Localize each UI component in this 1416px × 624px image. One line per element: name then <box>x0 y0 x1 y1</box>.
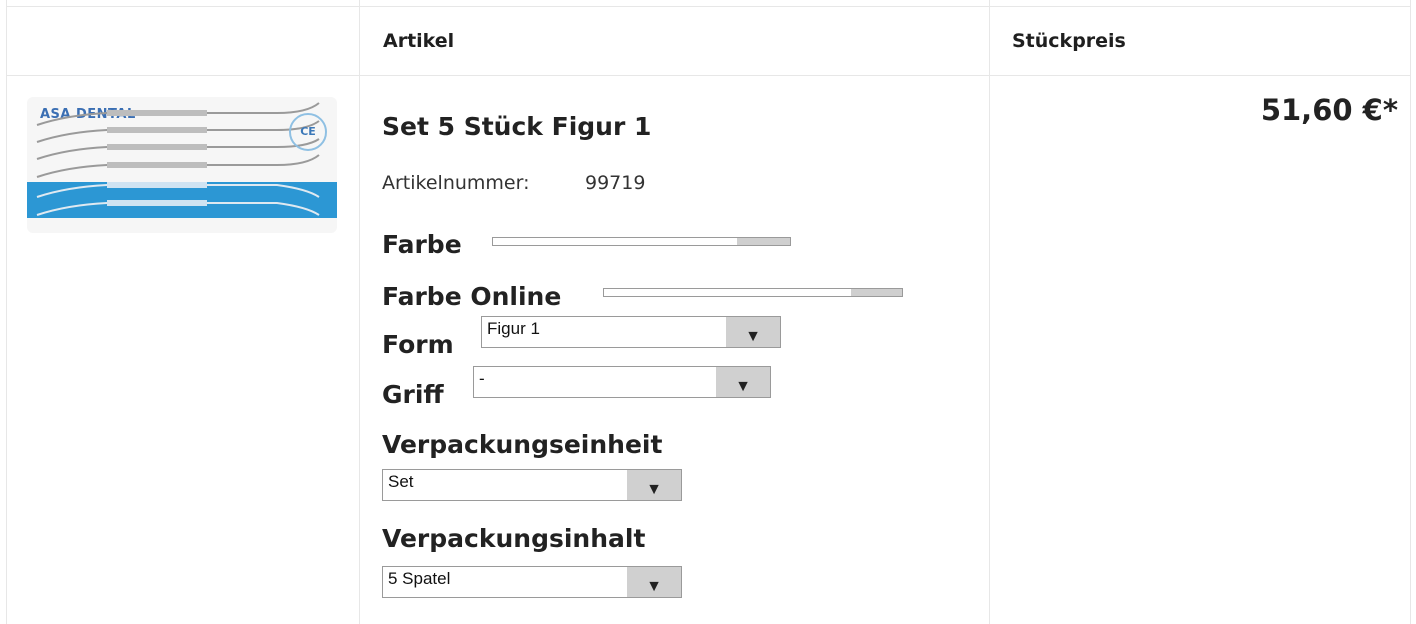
verpackungsinhalt-select-value: 5 Spatel <box>388 569 451 588</box>
column-divider <box>989 0 990 624</box>
article-number: 99719 <box>585 172 646 194</box>
table-border-top <box>6 6 1411 7</box>
ce-mark-icon: CE <box>289 113 327 151</box>
triangle-down-icon[interactable]: ▼ <box>627 470 681 500</box>
triangle-down-icon[interactable]: ▼ <box>726 317 780 347</box>
product-title[interactable]: Set 5 Stück Figur 1 <box>382 112 651 141</box>
triangle-down-icon[interactable]: ▼ <box>627 567 681 597</box>
griff-select[interactable]: - ▼ <box>473 366 771 398</box>
option-label-verpackungsinhalt: Verpackungsinhalt <box>382 524 646 553</box>
article-number-label: Artikelnummer: <box>382 172 530 194</box>
verpackungsinhalt-select[interactable]: 5 Spatel ▼ <box>382 566 682 598</box>
form-select[interactable]: Figur 1 ▼ <box>481 316 781 348</box>
farbe-swatch-bar[interactable] <box>492 237 791 246</box>
column-divider <box>359 0 360 624</box>
farbe-online-swatch-remaining <box>851 289 902 296</box>
verpackungseinheit-select[interactable]: Set ▼ <box>382 469 682 501</box>
instruments-illustration <box>36 102 320 216</box>
unit-price: 51,60 €* <box>1260 93 1398 127</box>
table-border-left <box>6 0 7 624</box>
griff-select-value: - <box>479 369 485 388</box>
header-article: Artikel <box>383 30 455 52</box>
farbe-swatch-remaining <box>736 238 790 245</box>
header-unit-price: Stückpreis <box>1012 30 1126 52</box>
table-border-right <box>1410 0 1411 624</box>
product-image[interactable]: ASA DENTAL CE <box>27 97 337 233</box>
option-label-farbe: Farbe <box>382 230 462 259</box>
verpackungseinheit-select-value: Set <box>388 472 414 491</box>
option-label-verpackungseinheit: Verpackungseinheit <box>382 430 663 459</box>
option-label-griff: Griff <box>382 380 444 409</box>
option-label-farbe-online: Farbe Online <box>382 282 562 311</box>
form-select-value: Figur 1 <box>487 319 540 338</box>
header-divider <box>6 75 1411 76</box>
option-label-form: Form <box>382 330 454 359</box>
triangle-down-icon[interactable]: ▼ <box>716 367 770 397</box>
farbe-online-swatch-bar[interactable] <box>603 288 903 297</box>
